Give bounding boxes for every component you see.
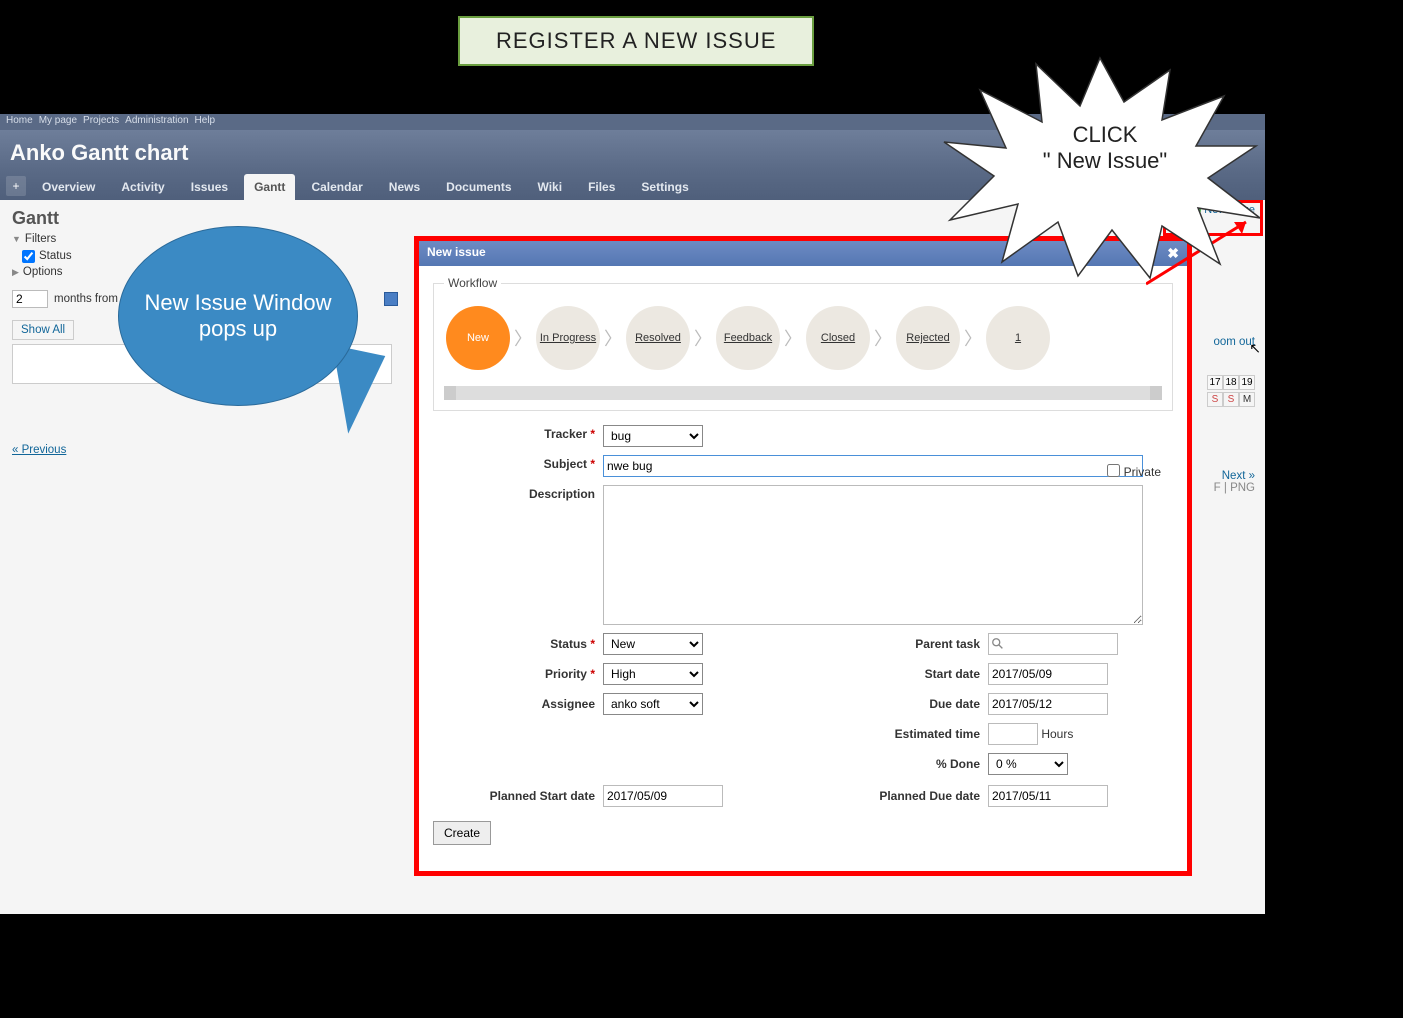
workflow-step-feedback[interactable]: Feedback <box>716 306 780 370</box>
tab-issues[interactable]: Issues <box>181 174 238 200</box>
star-line2: " New Issue" <box>1000 148 1210 174</box>
tab-activity[interactable]: Activity <box>111 174 174 200</box>
percent-done-select[interactable]: 0 % <box>988 753 1068 775</box>
assignee-select[interactable]: anko soft <box>603 693 703 715</box>
chevron-right-icon: 〉 <box>964 325 982 351</box>
workflow-legend: Workflow <box>444 276 501 290</box>
tab-wiki[interactable]: Wiki <box>528 174 573 200</box>
description-label: Description <box>433 485 603 501</box>
planned-start-input[interactable] <box>603 785 723 807</box>
parent-task-input[interactable] <box>988 633 1118 655</box>
starburst-callout: CLICK " New Issue" <box>940 50 1260 280</box>
cursor-icon: ↖ <box>1249 340 1261 357</box>
tracker-label: Tracker * <box>433 425 603 441</box>
priority-label: Priority * <box>433 667 603 681</box>
export-links[interactable]: F | PNG <box>1214 482 1255 494</box>
dialog-title-text: New issue <box>427 245 486 262</box>
workflow-step-inprogress[interactable]: In Progress <box>536 306 600 370</box>
parent-task-label: Parent task <box>818 637 988 651</box>
months-label: months from <box>54 293 118 305</box>
status-select[interactable]: New <box>603 633 703 655</box>
due-date-input[interactable] <box>988 693 1108 715</box>
tab-overview[interactable]: Overview <box>32 174 105 200</box>
planned-start-label: Planned Start date <box>433 789 603 803</box>
save-icon[interactable] <box>384 292 398 306</box>
chevron-down-icon: ▼ <box>12 234 21 244</box>
show-all-button[interactable]: Show All <box>12 320 74 340</box>
private-checkbox[interactable] <box>1107 464 1120 477</box>
options-label: Options <box>23 266 63 278</box>
tab-news[interactable]: News <box>379 174 430 200</box>
planned-due-input[interactable] <box>988 785 1108 807</box>
search-icon <box>991 637 1005 651</box>
estimated-time-input[interactable] <box>988 723 1038 745</box>
status-checkbox[interactable] <box>22 250 35 263</box>
description-textarea[interactable] <box>603 485 1143 625</box>
cal-day-19: 19 <box>1239 375 1255 390</box>
cal-dl-0: S <box>1207 392 1223 407</box>
hours-label: Hours <box>1041 727 1073 741</box>
tab-documents[interactable]: Documents <box>436 174 521 200</box>
months-input[interactable] <box>12 290 48 308</box>
workflow-step-resolved[interactable]: Resolved <box>626 306 690 370</box>
estimated-time-label: Estimated time <box>818 727 988 741</box>
planned-due-label: Planned Due date <box>818 789 988 803</box>
cal-day-18: 18 <box>1223 375 1239 390</box>
status-field-label: Status * <box>433 637 603 651</box>
subject-input[interactable] <box>603 455 1143 477</box>
topnav-projects[interactable]: Projects <box>83 115 119 129</box>
workflow-scrollbar[interactable] <box>444 386 1162 400</box>
topnav-help[interactable]: Help <box>195 115 216 129</box>
topnav-mypage[interactable]: My page <box>39 115 77 129</box>
add-tab-button[interactable]: + <box>6 176 26 196</box>
chevron-right-icon: 〉 <box>604 325 622 351</box>
subject-label: Subject * <box>433 455 603 471</box>
workflow-step-new[interactable]: New <box>446 306 510 370</box>
tab-calendar[interactable]: Calendar <box>301 174 372 200</box>
filters-label: Filters <box>25 233 56 245</box>
tab-settings[interactable]: Settings <box>631 174 698 200</box>
chevron-right-icon: 〉 <box>784 325 802 351</box>
status-label: Status <box>39 250 72 262</box>
topnav-home[interactable]: Home <box>6 115 33 129</box>
tab-files[interactable]: Files <box>578 174 625 200</box>
due-date-label: Due date <box>818 697 988 711</box>
star-line1: CLICK <box>1000 122 1210 148</box>
new-issue-dialog: New issue ✖ Workflow New 〉 In Progress 〉… <box>414 236 1192 876</box>
priority-select[interactable]: High <box>603 663 703 685</box>
cal-dl-1: S <box>1223 392 1239 407</box>
workflow-step-rejected[interactable]: Rejected <box>896 306 960 370</box>
chevron-right-icon: 〉 <box>874 325 892 351</box>
tracker-select[interactable]: bug <box>603 425 703 447</box>
chevron-right-icon: ▶ <box>12 267 19 278</box>
percent-done-label: % Done <box>818 757 988 771</box>
cal-dl-2: M <box>1239 392 1255 407</box>
start-date-input[interactable] <box>988 663 1108 685</box>
create-button[interactable]: Create <box>433 821 491 845</box>
cal-day-17: 17 <box>1207 375 1223 390</box>
next-link[interactable]: Next » <box>1222 470 1255 482</box>
chevron-right-icon: 〉 <box>694 325 712 351</box>
instruction-banner: REGISTER A NEW ISSUE <box>458 16 814 66</box>
workflow-fieldset: Workflow New 〉 In Progress 〉 Resolved 〉 … <box>433 276 1173 411</box>
topnav-admin[interactable]: Administration <box>125 115 188 129</box>
workflow-step-1[interactable]: 1 <box>986 306 1050 370</box>
tab-gantt[interactable]: Gantt <box>244 174 295 200</box>
assignee-label: Assignee <box>433 697 603 711</box>
workflow-step-closed[interactable]: Closed <box>806 306 870 370</box>
popup-callout-bubble: New Issue Window pops up <box>118 226 358 406</box>
chevron-right-icon: 〉 <box>514 325 532 351</box>
private-label: Private <box>1124 465 1161 479</box>
start-date-label: Start date <box>818 667 988 681</box>
